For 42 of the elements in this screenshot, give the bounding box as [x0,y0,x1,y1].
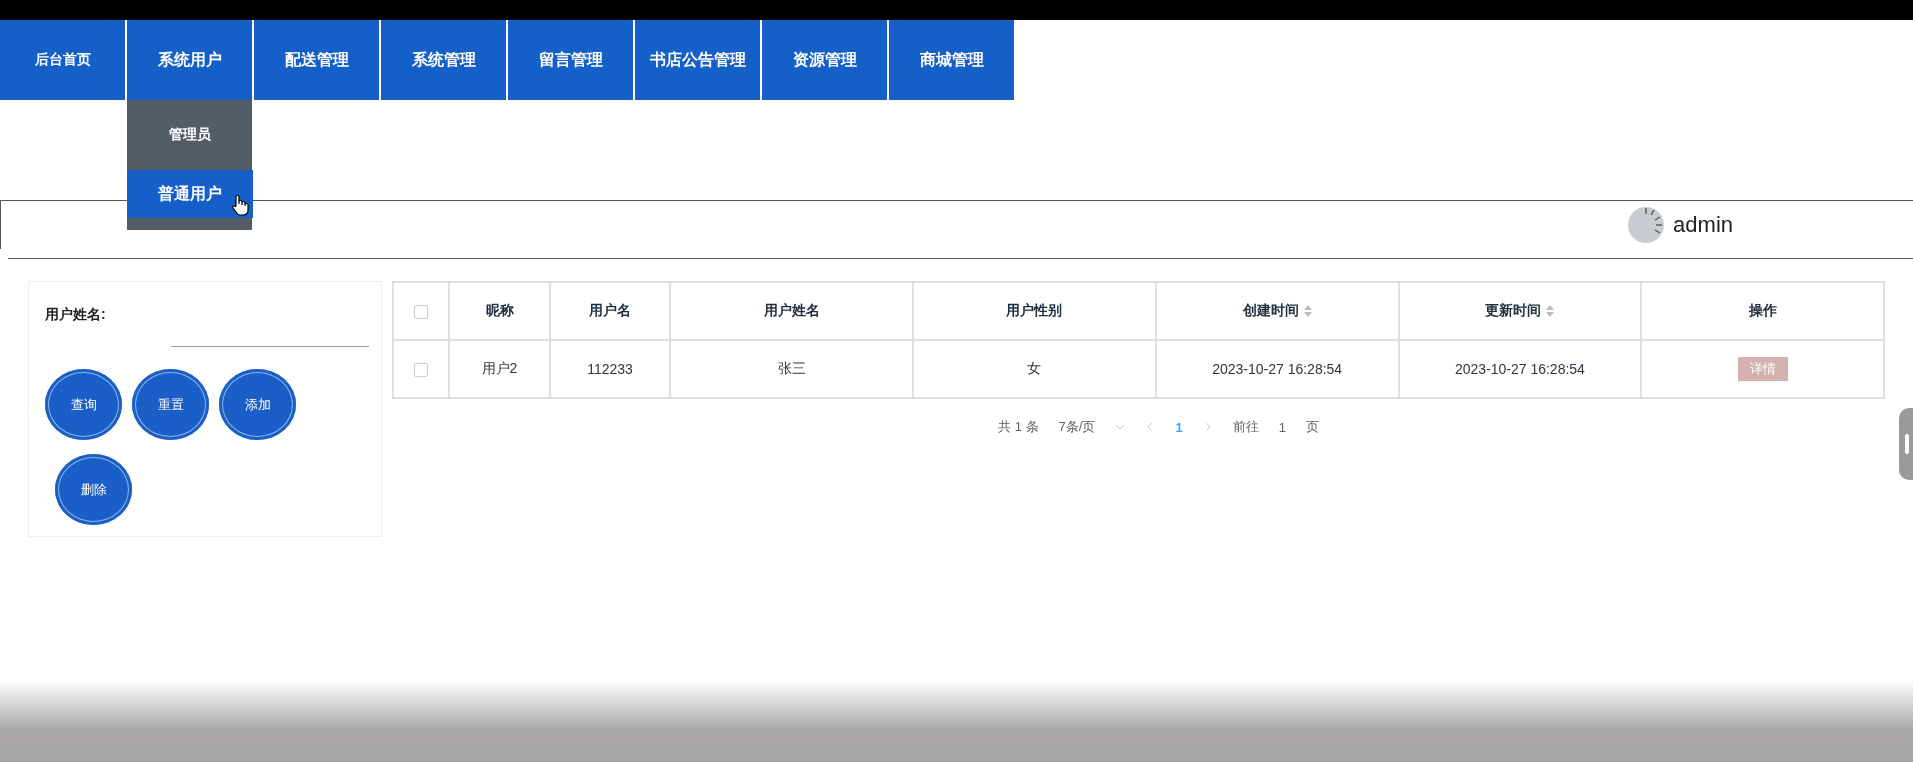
nav-item[interactable]: 配送管理 [254,20,379,100]
total-count: 共 1 条 [998,418,1039,436]
avatar-icon [1627,206,1666,244]
page-input[interactable]: 1 [1278,419,1286,435]
hand-cursor-icon [231,194,249,216]
column-header: 创建时间 [1242,302,1299,318]
dropdown-item[interactable]: 管理员 [127,100,252,170]
checkbox[interactable] [414,363,428,378]
field-label: 用户姓名: [45,306,107,324]
column-header: 用户性别 [1006,302,1063,318]
username: admin [1673,212,1733,238]
page-suffix: 页 [1305,418,1319,436]
column-header: 昵称 [485,302,514,318]
table-cell: 2023-10-27 16:28:54 [1454,361,1585,377]
nav-item[interactable]: 系统用户 [127,20,252,100]
nav-item[interactable]: 后台首页 [0,20,125,100]
dropdown-item[interactable]: 普通用户 [127,170,253,218]
page-size-select[interactable]: 7条/页 [1058,418,1096,436]
column-header: 用户姓名 [763,302,820,318]
round-button[interactable]: 添加 [219,369,296,440]
round-button[interactable]: 查询 [45,369,122,440]
sort-icon[interactable] [1546,305,1555,318]
nav-item[interactable]: 系统管理 [381,20,506,100]
sort-icon[interactable] [1303,305,1312,318]
column-header: 操作 [1748,302,1777,318]
nav-item[interactable]: 商城管理 [889,20,1014,100]
column-header: 用户名 [589,302,631,318]
nav-item[interactable]: 书店公告管理 [635,20,760,100]
goto-label: 前往 [1232,418,1259,436]
checkbox[interactable] [414,305,428,320]
table-cell: 2023-10-27 16:28:54 [1212,361,1343,377]
column-header: 更新时间 [1485,302,1542,318]
round-button[interactable]: 重置 [132,369,209,440]
chevron-down-icon[interactable] [1115,422,1126,432]
table-cell: 用户2 [481,360,518,376]
nav-item[interactable]: 留言管理 [508,20,633,100]
table-cell: 112233 [587,361,633,377]
table-cell: 女 [1027,360,1042,376]
scroll-handle[interactable] [1899,408,1913,480]
round-button[interactable]: 删除 [55,454,132,525]
table-cell: 张三 [777,360,806,376]
nav-item[interactable]: 资源管理 [762,20,887,100]
